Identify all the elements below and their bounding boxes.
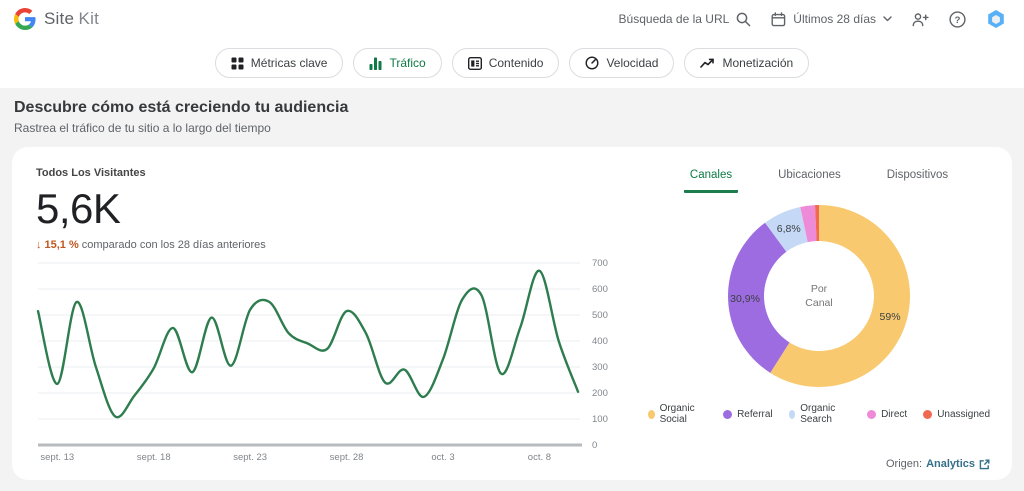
legend-label: Direct (881, 409, 907, 420)
visitors-line-chart: 0 100 200 300 400 500 600 700 sept. 13 sept. 18 se… (36, 257, 624, 463)
svg-text:59%: 59% (880, 311, 901, 323)
svg-text:400: 400 (592, 336, 608, 347)
svg-text:oct. 3: oct. 3 (431, 452, 454, 463)
legend-label: Referral (737, 409, 773, 420)
date-range-label: Últimos 28 días (793, 12, 876, 26)
channel-tabs: Canales Ubicaciones Dispositivos (684, 169, 954, 193)
article-icon (468, 57, 482, 70)
visitors-panel: Todos Los Visitantes 5,6K ↓ 15,1 % compa… (36, 167, 648, 464)
legend-item: Referral (723, 409, 773, 420)
tab-velocidad[interactable]: Velocidad (569, 48, 674, 78)
calendar-icon (771, 12, 786, 27)
stat-value: 5,6K (36, 185, 648, 233)
source-label: Origen: (886, 458, 922, 470)
donut-legend: Organic Social Referral Organic Search Dire… (648, 403, 990, 425)
svg-text:600: 600 (592, 284, 608, 295)
legend-dot-icon (923, 410, 932, 419)
tab-monetizacion[interactable]: Monetización (684, 48, 809, 78)
site-kit-app: Site Kit Búsqueda de la URL (0, 0, 1024, 491)
stat-label: Todos Los Visitantes (36, 167, 648, 179)
svg-text:30,9%: 30,9% (730, 293, 760, 305)
svg-text:sept. 23: sept. 23 (233, 452, 267, 463)
legend-item: Unassigned (923, 409, 990, 420)
svg-text:300: 300 (592, 362, 608, 373)
page-subtitle: Rastrea el tráfico de tu sitio a lo larg… (12, 121, 1012, 135)
url-search-label: Búsqueda de la URL (619, 12, 730, 26)
svg-text:0: 0 (592, 440, 597, 451)
stat-change: ↓ 15,1 % comparado con los 28 días anter… (36, 239, 648, 251)
svg-text:sept. 18: sept. 18 (137, 452, 171, 463)
data-source: Origen: Analytics (886, 458, 990, 470)
analytics-link-text: Analytics (926, 458, 975, 470)
page-title: Descubre cómo está creciendo tu audienci… (12, 99, 1012, 117)
svg-text:500: 500 (592, 310, 608, 321)
analytics-link[interactable]: Analytics (926, 458, 990, 470)
svg-text:100: 100 (592, 414, 608, 425)
hexagon-icon (986, 9, 1006, 30)
help-icon: ? (949, 11, 966, 28)
help-button[interactable]: ? (949, 11, 966, 28)
legend-label: Organic Search (800, 403, 851, 425)
header-controls: Búsqueda de la URL (619, 9, 1006, 30)
url-search[interactable]: Búsqueda de la URL (619, 12, 752, 27)
bar-chart-icon (369, 57, 382, 70)
legend-label: Unassigned (937, 409, 990, 420)
search-icon (736, 12, 751, 27)
svg-text:?: ? (955, 15, 961, 26)
legend-item: Organic Search (789, 403, 851, 425)
section-navbar: Métricas clave Tráfico (0, 38, 1024, 88)
tab-label: Monetización (722, 56, 793, 70)
google-g-icon (14, 8, 36, 30)
trending-up-icon (700, 57, 715, 69)
channels-donut-chart: 59% 30,9% 6,8% Por Canal (726, 203, 912, 389)
channels-panel: Canales Ubicaciones Dispositivos 59% 30,9… (648, 167, 990, 464)
site-kit-logo: Site Kit (14, 8, 99, 30)
svg-text:Canal: Canal (805, 297, 832, 309)
donut-wrap: 59% 30,9% 6,8% Por Canal (726, 203, 912, 394)
header: Site Kit Búsqueda de la URL (0, 0, 1024, 38)
tab-label: Contenido (489, 56, 544, 70)
tab-canales[interactable]: Canales (684, 169, 738, 193)
change-value: 15,1 % (45, 239, 79, 251)
add-user-button[interactable] (912, 12, 929, 27)
tab-label: Velocidad (606, 56, 658, 70)
date-range-selector[interactable]: Últimos 28 días (771, 12, 892, 27)
legend-dot-icon (648, 410, 655, 419)
audience-card: Todos Los Visitantes 5,6K ↓ 15,1 % compa… (12, 147, 1012, 480)
legend-item: Direct (867, 409, 907, 420)
tab-metricas-clave[interactable]: Métricas clave (215, 48, 344, 78)
tab-dispositivos[interactable]: Dispositivos (881, 169, 954, 193)
change-suffix: comparado con los 28 días anteriores (82, 239, 266, 251)
tab-trafico[interactable]: Tráfico (353, 48, 441, 78)
brand-kit-text: Kit (79, 9, 99, 28)
plugin-hexagon-button[interactable] (986, 9, 1006, 30)
grid-icon (231, 57, 244, 70)
content-area: Descubre cómo está creciendo tu audienci… (0, 88, 1024, 491)
brand-site-text: Site (44, 9, 74, 28)
tab-label: Métricas clave (251, 56, 328, 70)
svg-text:Por: Por (811, 283, 828, 295)
legend-dot-icon (723, 410, 732, 419)
line-chart-wrap: 0 100 200 300 400 500 600 700 sept. 13 sept. 18 se… (36, 257, 648, 468)
speedometer-icon (585, 56, 599, 70)
tab-label: Tráfico (389, 56, 425, 70)
legend-item: Organic Social (648, 403, 707, 425)
legend-dot-icon (789, 410, 796, 419)
svg-text:sept. 28: sept. 28 (330, 452, 364, 463)
external-link-icon (979, 459, 990, 470)
legend-label: Organic Social (660, 403, 708, 425)
tab-ubicaciones[interactable]: Ubicaciones (772, 169, 847, 193)
chevron-down-icon (883, 16, 892, 22)
tab-contenido[interactable]: Contenido (452, 48, 560, 78)
legend-dot-icon (867, 410, 876, 419)
svg-text:sept. 13: sept. 13 (40, 452, 74, 463)
svg-text:700: 700 (592, 258, 608, 269)
change-down-arrow-icon: ↓ (36, 239, 42, 251)
svg-text:oct. 8: oct. 8 (528, 452, 551, 463)
svg-text:200: 200 (592, 388, 608, 399)
svg-text:6,8%: 6,8% (777, 223, 801, 235)
person-add-icon (912, 12, 929, 27)
